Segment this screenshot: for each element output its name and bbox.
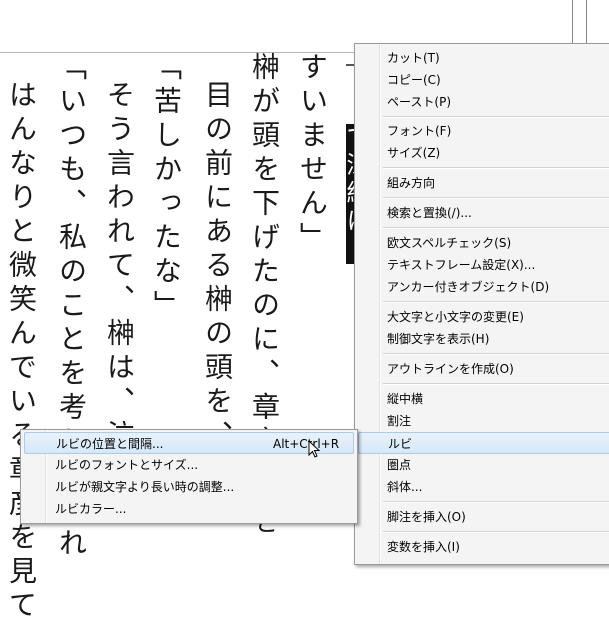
menu-separator — [383, 501, 609, 503]
mouse-pointer-icon — [308, 440, 321, 458]
menu-item-text-frame-options[interactable]: テキストフレーム設定(X)... — [355, 254, 609, 276]
keyboard-shortcut: Alt+Ctrl+R — [273, 437, 340, 451]
menu-item-cut[interactable]: カット(T) — [355, 47, 609, 69]
menu-item-ruby[interactable]: ルビ — [358, 432, 609, 454]
submenu-item-ruby-color[interactable]: ルビカラー... — [21, 498, 357, 520]
menu-item-paste[interactable]: ペースト(P) — [355, 91, 609, 113]
context-menu: カット(T) コピー(C) ペースト(P) フォント(F) サイズ(Z) 組み方… — [354, 43, 609, 565]
submenu-item-label: ルビの位置と間隔... — [56, 437, 164, 451]
menu-separator — [383, 116, 609, 118]
menu-item-font[interactable]: フォント(F) — [355, 120, 609, 142]
menu-item-change-case[interactable]: 大文字と小文字の変更(E) — [355, 306, 609, 328]
menu-item-find-replace[interactable]: 検索と置換(/)... — [355, 202, 609, 224]
menu-separator — [383, 227, 609, 229]
menu-item-tate-chu-yoko[interactable]: 縦中横 — [355, 388, 609, 410]
menu-item-warichu[interactable]: 割注 — [355, 410, 609, 432]
text-column-7[interactable]: はんなりと微笑んでいる章彦を見て — [5, 80, 38, 624]
menu-item-text-direction[interactable]: 組み方向 — [355, 172, 609, 194]
menu-item-kenten[interactable]: 圏点 — [355, 454, 609, 476]
menu-separator — [383, 167, 609, 169]
menu-separator — [383, 383, 609, 385]
submenu-item-ruby-position-spacing[interactable]: ルビの位置と間隔... Alt+Ctrl+R — [24, 432, 354, 454]
menu-item-insert-variable[interactable]: 変数を挿入(I) — [355, 536, 609, 558]
menu-separator — [383, 353, 609, 355]
menu-item-create-outlines[interactable]: アウトラインを作成(O) — [355, 358, 609, 380]
menu-separator — [383, 301, 609, 303]
menu-item-anchored-object[interactable]: アンカー付きオブジェクト(D) — [355, 276, 609, 298]
text-column-4[interactable]: 「苦しかったな」 — [150, 52, 183, 324]
text-column-2[interactable]: 榊が頭を下げたのに、章彦は — [248, 52, 281, 494]
menu-separator — [383, 531, 609, 533]
submenu-item-ruby-overhang[interactable]: ルビが親文字より長い時の調整... — [21, 476, 357, 498]
submenu-item-ruby-font-size[interactable]: ルビのフォントとサイズ... — [21, 454, 357, 476]
menu-item-shatai[interactable]: 斜体... — [355, 476, 609, 498]
menu-item-spellcheck[interactable]: 欧文スペルチェック(S) — [355, 232, 609, 254]
text-column-1[interactable]: すいません」 — [296, 52, 329, 256]
menu-item-show-hidden-characters[interactable]: 制御文字を表示(H) — [355, 328, 609, 350]
menu-item-insert-footnote[interactable]: 脚注を挿入(O) — [355, 506, 609, 528]
menu-item-size[interactable]: サイズ(Z) — [355, 142, 609, 164]
menu-separator — [383, 197, 609, 199]
menu-item-copy[interactable]: コピー(C) — [355, 69, 609, 91]
